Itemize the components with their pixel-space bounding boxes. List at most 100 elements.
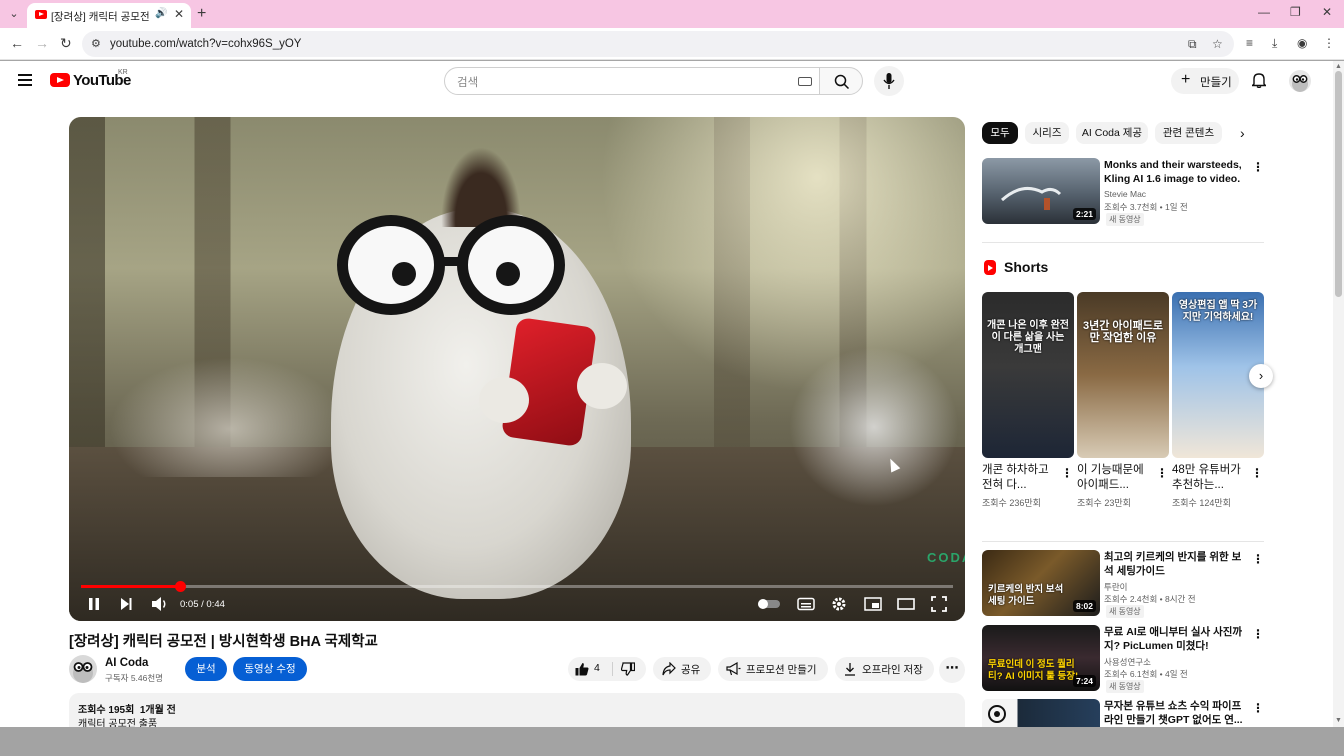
pause-icon[interactable] bbox=[87, 596, 101, 612]
page-scrollbar[interactable]: ▲ ▼ bbox=[1333, 61, 1344, 727]
more-actions-icon[interactable]: ⋯ bbox=[939, 657, 965, 683]
kebab-menu-icon[interactable]: ⋮ bbox=[1251, 466, 1263, 480]
kebab-menu-icon[interactable]: ⋮ bbox=[1252, 627, 1264, 641]
analytics-button[interactable]: 분석 bbox=[185, 657, 227, 681]
new-tab-icon[interactable]: + bbox=[197, 5, 206, 23]
chip-series[interactable]: 시리즈 bbox=[1025, 122, 1069, 144]
install-app-icon[interactable]: ⧉ bbox=[1188, 37, 1197, 52]
site-info-icon[interactable]: ⚙ bbox=[91, 37, 101, 50]
like-button-icon[interactable] bbox=[575, 662, 589, 676]
scroll-up-arrow-icon[interactable]: ▲ bbox=[1335, 63, 1342, 70]
save-offline-label: 오프라인 저장 bbox=[862, 664, 923, 676]
url-text[interactable]: youtube.com/watch?v=cohx96S_yOY bbox=[110, 38, 301, 50]
minimize-icon[interactable]: — bbox=[1258, 5, 1270, 19]
search-button[interactable] bbox=[819, 67, 863, 95]
fullscreen-icon[interactable] bbox=[931, 596, 947, 612]
keyboard-icon[interactable] bbox=[798, 77, 812, 86]
window-close-icon[interactable]: ✕ bbox=[1322, 5, 1332, 19]
back-icon[interactable]: ← bbox=[10, 35, 24, 51]
search-input[interactable]: 검색 bbox=[444, 67, 820, 95]
kebab-menu-icon[interactable]: ⋮ bbox=[1252, 160, 1264, 174]
save-offline-button[interactable]: 오프라인 저장 bbox=[835, 657, 934, 681]
browser-tab-active[interactable]: [장려상] 캐릭터 공모전 | 방시현학생 BHA 국제학교 🔊 ✕ bbox=[27, 3, 191, 28]
recommended-thumbnail[interactable]: 무료인데 이 정도 퀄리티? AI 이미지 툴 등장! 7:24 bbox=[982, 625, 1100, 691]
chips-next-chevron-icon[interactable]: › bbox=[1240, 125, 1245, 141]
chip-all[interactable]: 모두 bbox=[982, 122, 1018, 144]
recommended-thumbnail[interactable]: 키르케의 반지 보석 세팅 가이드 8:02 bbox=[982, 550, 1100, 616]
recommended-title[interactable]: 무료 AI로 애니부터 실사 사진까지? PicLumen 미쳤다! bbox=[1104, 625, 1248, 653]
chip-from-channel[interactable]: AI Coda 제공 bbox=[1076, 122, 1148, 144]
short-item[interactable]: 영상편집 앱 딱 3가지만 기억하세요! 48만 유튜버가 추천하는... 조회… bbox=[1172, 292, 1264, 532]
recommended-channel[interactable]: 사용성연구소 bbox=[1104, 656, 1151, 668]
short-title[interactable]: 개콘 하차하고 전혀 다... bbox=[982, 463, 1056, 493]
edit-video-button[interactable]: 동영상 수정 bbox=[233, 657, 307, 681]
scrollbar-thumb[interactable] bbox=[1335, 71, 1342, 297]
dislike-button-icon[interactable] bbox=[621, 662, 635, 676]
kebab-menu-icon[interactable]: ⋮ bbox=[1252, 701, 1264, 715]
url-omnibox[interactable]: ⚙ youtube.com/watch?v=cohx96S_yOY ⧉ ☆ bbox=[82, 31, 1234, 57]
short-item[interactable]: 개콘 나온 이후 완전이 다른 삶을 사는 개그맨 개콘 하차하고 전혀 다..… bbox=[982, 292, 1074, 532]
next-video-icon[interactable] bbox=[119, 596, 133, 612]
autoplay-toggle-icon[interactable] bbox=[757, 598, 781, 610]
video-player[interactable]: CODA 0:05 / 0:44 bbox=[69, 117, 965, 621]
youtube-logo-icon[interactable] bbox=[50, 73, 70, 87]
share-button[interactable]: 공유 bbox=[653, 657, 711, 681]
recommended-channel[interactable]: 투란이 bbox=[1104, 581, 1127, 593]
share-icon bbox=[662, 662, 676, 676]
download-icon[interactable]: ⤓ bbox=[1272, 36, 1277, 51]
short-item[interactable]: 3년간 아이패드로만 작업한 이유 이 기능때문에 아이패드... 조회수 23… bbox=[1077, 292, 1169, 532]
recommended-title[interactable]: 무자본 유튜브 쇼츠 수익 파이프라인 만들기 챗GPT 없어도 연... bbox=[1104, 699, 1248, 727]
media-control-icon[interactable]: ≡ bbox=[1246, 36, 1253, 50]
kebab-menu-icon[interactable]: ⋮ bbox=[1156, 466, 1168, 480]
miniplayer-icon[interactable] bbox=[864, 596, 882, 612]
guide-menu-icon[interactable] bbox=[18, 74, 32, 86]
reload-icon[interactable]: ↻ bbox=[60, 35, 72, 52]
notifications-bell-icon[interactable] bbox=[1252, 72, 1266, 88]
recommended-thumbnail[interactable]: 2:21 bbox=[982, 158, 1100, 224]
theater-mode-icon[interactable] bbox=[897, 596, 915, 612]
restore-icon[interactable]: ❐ bbox=[1290, 5, 1301, 19]
short-thumbnail[interactable]: 개콘 나온 이후 완전이 다른 삶을 사는 개그맨 bbox=[982, 292, 1074, 458]
tab-audio-icon[interactable]: 🔊 bbox=[155, 8, 167, 19]
subtitles-icon[interactable] bbox=[797, 596, 815, 612]
recommended-video-item[interactable]: 무료인데 이 정도 퀄리티? AI 이미지 툴 등장! 7:24 무료 AI로 … bbox=[982, 625, 1264, 693]
create-promotion-button[interactable]: 프로모션 만들기 bbox=[718, 657, 828, 681]
channel-watermark[interactable]: CODA bbox=[927, 551, 965, 579]
progress-bar[interactable] bbox=[81, 581, 953, 592]
recommended-video-item[interactable]: 무자본 유튜브 쇼츠 수익 파이프라인 만들기 챗GPT 없어도 연... ⋮ bbox=[982, 699, 1264, 727]
recommended-meta: 조회수 2.4천회 • 8시간 전 bbox=[1104, 594, 1196, 604]
forward-icon[interactable]: → bbox=[35, 35, 49, 51]
short-title[interactable]: 48만 유튜버가 추천하는... bbox=[1172, 463, 1246, 493]
short-views: 조회수 236만회 bbox=[982, 498, 1041, 508]
browser-menu-icon[interactable]: ⋮ bbox=[1323, 36, 1335, 50]
chip-related[interactable]: 관련 콘텐츠 bbox=[1155, 122, 1222, 144]
bookmark-star-icon[interactable]: ☆ bbox=[1212, 37, 1223, 51]
channel-avatar[interactable] bbox=[69, 655, 97, 683]
channel-name[interactable]: AI Coda bbox=[105, 657, 148, 669]
short-title[interactable]: 이 기능때문에 아이패드... bbox=[1077, 463, 1151, 493]
description-box[interactable]: 조회수 195회 1개월 전 캐릭터 공모전 출품 bbox=[69, 693, 965, 727]
volume-icon[interactable] bbox=[151, 596, 169, 612]
progress-scrubber-handle[interactable] bbox=[175, 581, 187, 592]
short-thumbnail[interactable]: 3년간 아이패드로만 작업한 이유 bbox=[1077, 292, 1169, 458]
create-button[interactable]: + 만들기 bbox=[1171, 68, 1239, 94]
short-thumbnail-text: 개콘 나온 이후 완전이 다른 삶을 사는 개그맨 bbox=[987, 320, 1069, 355]
shorts-next-arrow-icon[interactable]: › bbox=[1249, 364, 1273, 388]
recommended-video-item[interactable]: 키르케의 반지 보석 세팅 가이드 8:02 최고의 키르케의 반지를 위한 보… bbox=[982, 550, 1264, 618]
scroll-down-arrow-icon[interactable]: ▼ bbox=[1335, 717, 1342, 724]
settings-gear-icon[interactable] bbox=[831, 596, 847, 612]
kebab-menu-icon[interactable]: ⋮ bbox=[1061, 466, 1073, 480]
tab-search-icon[interactable]: ⌄ bbox=[6, 6, 22, 22]
recommended-video-item[interactable]: 2:21 Monks and their warsteeds, Kling AI… bbox=[982, 158, 1264, 226]
recommended-channel[interactable]: Stevie Mac bbox=[1104, 189, 1146, 199]
recommended-thumbnail[interactable] bbox=[982, 699, 1100, 727]
tab-close-icon[interactable]: ✕ bbox=[174, 7, 184, 21]
account-avatar[interactable] bbox=[1289, 70, 1311, 92]
like-count[interactable]: 4 bbox=[594, 662, 600, 674]
video-frame-left-hand bbox=[479, 377, 529, 423]
profile-icon[interactable]: ◉ bbox=[1297, 36, 1307, 50]
voice-search-button[interactable] bbox=[874, 66, 904, 96]
recommended-title[interactable]: Monks and their warsteeds, Kling AI 1.6 … bbox=[1104, 158, 1248, 186]
recommended-title[interactable]: 최고의 키르케의 반지를 위한 보석 세팅가이드 bbox=[1104, 550, 1248, 578]
kebab-menu-icon[interactable]: ⋮ bbox=[1252, 552, 1264, 566]
